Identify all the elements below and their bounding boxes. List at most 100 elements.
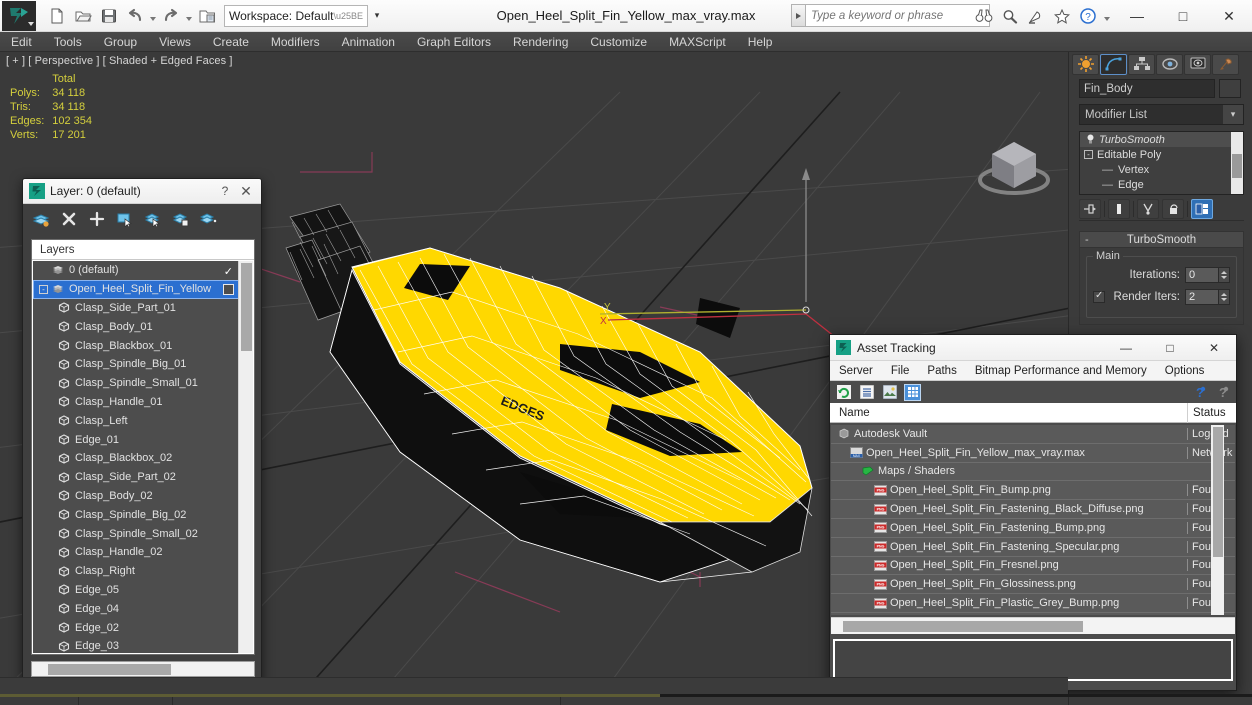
layer-object-row[interactable]: Clasp_Left xyxy=(33,411,239,430)
layer-object-row[interactable]: Clasp_Blackbox_01 xyxy=(33,336,239,355)
layer-explorer-dialog[interactable]: Layer: 0 (default) ? ✕ xyxy=(22,178,262,692)
layer-active-checkbox[interactable] xyxy=(223,284,234,295)
select-highlighted-objects-layers-button[interactable] xyxy=(143,209,163,229)
save-file-button[interactable] xyxy=(96,3,122,29)
object-color-swatch[interactable] xyxy=(1219,79,1241,98)
asset-tracking-horizontal-scrollbar[interactable] xyxy=(831,617,1235,634)
layer-object-row[interactable]: Clasp_Spindle_Big_01 xyxy=(33,355,239,374)
menu-item-customize[interactable]: Customize xyxy=(579,32,658,52)
asset-row[interactable]: PNGOpen_Heel_Split_Fin_Fastening_Specula… xyxy=(831,538,1235,557)
menu-item-help[interactable]: Help xyxy=(737,32,784,52)
asset-tracking-rows-container[interactable]: Autodesk VaultLoggedMAXOpen_Heel_Split_F… xyxy=(831,425,1235,615)
layer-list-horizontal-scrollbar[interactable] xyxy=(31,661,255,677)
delete-layer-button[interactable] xyxy=(59,209,79,229)
layer-list-vertical-thumb[interactable] xyxy=(241,263,252,351)
help-dropdown-caret[interactable] xyxy=(1102,3,1112,29)
show-end-result-button[interactable] xyxy=(1108,199,1130,219)
at-menu-file[interactable]: File xyxy=(882,361,919,381)
hide-unhide-layer-button[interactable] xyxy=(199,209,219,229)
asset-name-cell[interactable]: PNGOpen_Heel_Split_Fin_Plastic_Grey_Bump… xyxy=(831,597,1187,609)
search-submit-button[interactable] xyxy=(791,4,806,27)
asset-name-cell[interactable]: Maps / Shaders xyxy=(831,465,1187,477)
menu-item-maxscript[interactable]: MAXScript xyxy=(658,32,737,52)
expander-icon[interactable]: - xyxy=(39,285,48,294)
asset-row[interactable]: MAXOpen_Heel_Split_Fin_Yellow_max_vray.m… xyxy=(831,444,1235,463)
layer-list-vertical-scrollbar[interactable] xyxy=(238,261,253,653)
layer-object-row[interactable]: Clasp_Spindle_Small_02 xyxy=(33,524,239,543)
layer-object-row[interactable]: Clasp_Side_Part_01 xyxy=(33,299,239,318)
modifier-stack-scrollbar-thumb[interactable] xyxy=(1232,154,1242,178)
maximize-button[interactable]: □ xyxy=(1160,0,1206,32)
asset-tracking-vertical-thumb[interactable] xyxy=(1213,427,1223,557)
open-file-button[interactable] xyxy=(70,3,96,29)
list-view-button[interactable] xyxy=(859,385,874,400)
tab-utilities[interactable] xyxy=(1212,54,1239,75)
asset-row[interactable]: PNGOpen_Heel_Split_Fin_Plastic_Grey_Bump… xyxy=(831,594,1235,613)
layer-row[interactable]: 0 (default)✓ xyxy=(33,261,239,280)
expander-icon[interactable]: - xyxy=(1084,150,1093,159)
layer-object-row[interactable]: Clasp_Spindle_Big_02 xyxy=(33,505,239,524)
layer-list-horizontal-thumb[interactable] xyxy=(48,664,171,675)
help-icon[interactable]: ? xyxy=(1076,4,1100,28)
layer-object-row[interactable]: Edge_04 xyxy=(33,599,239,618)
new-file-button[interactable] xyxy=(44,3,70,29)
redo-button[interactable] xyxy=(158,3,184,29)
modifier-stack-item-editable-poly[interactable]: - Editable Poly xyxy=(1080,147,1243,162)
asset-tracking-dialog[interactable]: Asset Tracking — □ ✕ Server File Paths B… xyxy=(829,334,1237,691)
render-iters-checkbox[interactable] xyxy=(1093,291,1105,303)
iterations-spinner-arrows[interactable] xyxy=(1219,267,1230,283)
add-selection-to-layer-button[interactable] xyxy=(87,209,107,229)
menu-item-edit[interactable]: Edit xyxy=(0,32,43,52)
menu-item-group[interactable]: Group xyxy=(93,32,148,52)
menu-item-tools[interactable]: Tools xyxy=(43,32,93,52)
select-objects-in-layer-button[interactable] xyxy=(115,209,135,229)
set-project-folder-button[interactable] xyxy=(194,3,220,29)
modifier-stack-subobject-edge[interactable]: — Edge xyxy=(1080,177,1243,192)
at-menu-server[interactable]: Server xyxy=(830,361,882,381)
asset-row[interactable]: PNGOpen_Heel_Split_Fin_Fastening_Black_D… xyxy=(831,500,1235,519)
iterations-spinner[interactable] xyxy=(1185,267,1230,283)
3ds-max-logo[interactable] xyxy=(2,1,36,31)
modifier-stack-item-turbosmooth[interactable]: TurboSmooth xyxy=(1080,132,1243,147)
asset-row[interactable]: Autodesk VaultLogged xyxy=(831,425,1235,444)
redo-dropdown-caret[interactable] xyxy=(184,3,194,29)
layer-list[interactable]: Layers 0 (default)✓-Open_Heel_Split_Fin_… xyxy=(31,239,255,655)
layer-object-row[interactable]: Clasp_Blackbox_02 xyxy=(33,449,239,468)
minimize-button[interactable]: — xyxy=(1114,0,1160,32)
tab-modify[interactable] xyxy=(1100,54,1127,75)
render-iters-spinner-arrows[interactable] xyxy=(1219,289,1230,305)
grid-view-button[interactable] xyxy=(905,385,920,400)
asset-tracking-maximize-button[interactable]: □ xyxy=(1148,335,1192,361)
menu-item-graph-editors[interactable]: Graph Editors xyxy=(406,32,502,52)
pin-stack-button[interactable] xyxy=(1079,199,1101,219)
asset-tracking-close-button[interactable]: ✕ xyxy=(1192,335,1236,361)
thumbnail-view-button[interactable] xyxy=(882,385,897,400)
asset-name-cell[interactable]: PNGOpen_Heel_Split_Fin_Glossiness.png xyxy=(831,578,1187,590)
asset-row[interactable]: PNGOpen_Heel_Split_Fin_Plastic_Grey_Diff… xyxy=(831,613,1235,615)
layer-object-row[interactable]: Edge_02 xyxy=(33,618,239,637)
asset-row[interactable]: PNGOpen_Heel_Split_Fin_Bump.pngFound xyxy=(831,481,1235,500)
viewport-label[interactable]: [ + ] [ Perspective ] [ Shaded + Edged F… xyxy=(6,55,233,67)
at-menu-paths[interactable]: Paths xyxy=(918,361,965,381)
at-menu-bitmap-performance[interactable]: Bitmap Performance and Memory xyxy=(966,361,1156,381)
tab-create[interactable] xyxy=(1072,54,1099,75)
rollout-collapse-glyph[interactable]: - xyxy=(1085,234,1089,246)
asset-tracking-horizontal-thumb[interactable] xyxy=(843,621,1083,632)
tab-hierarchy[interactable] xyxy=(1128,54,1155,75)
layer-rows-container[interactable]: 0 (default)✓-Open_Heel_Split_Fin_YellowC… xyxy=(33,261,239,653)
undo-button[interactable] xyxy=(122,3,148,29)
layer-object-row[interactable]: Clasp_Right xyxy=(33,562,239,581)
menu-item-modifiers[interactable]: Modifiers xyxy=(260,32,331,52)
tab-display[interactable] xyxy=(1184,54,1211,75)
help-question-icon[interactable]: ? xyxy=(1192,385,1207,400)
tab-motion[interactable] xyxy=(1156,54,1183,75)
layer-dialog-help-button[interactable]: ? xyxy=(215,184,235,198)
layer-dialog-titlebar[interactable]: Layer: 0 (default) ? ✕ xyxy=(23,179,261,204)
satellite-dish-icon[interactable] xyxy=(1024,4,1048,28)
layer-object-row[interactable]: Clasp_Handle_01 xyxy=(33,393,239,412)
configure-modifier-sets-button[interactable] xyxy=(1191,199,1213,219)
light-bulb-icon[interactable] xyxy=(1084,134,1096,145)
layer-object-row[interactable]: Edge_05 xyxy=(33,581,239,600)
star-icon[interactable] xyxy=(1050,4,1074,28)
layer-active-check-icon[interactable]: ✓ xyxy=(224,265,233,278)
